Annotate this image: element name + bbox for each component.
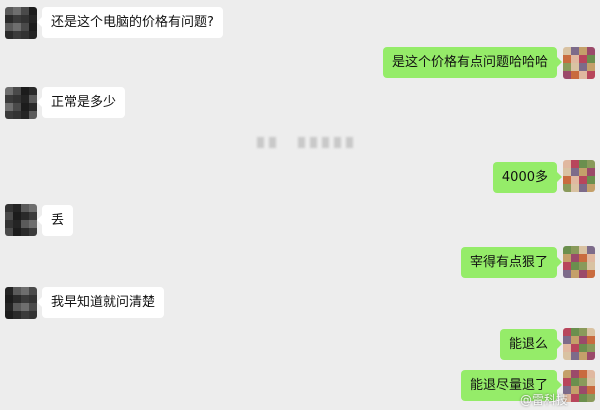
self-avatar[interactable] [563, 47, 595, 79]
contact-avatar[interactable] [5, 287, 37, 319]
message-bubble-outgoing[interactable]: 能退么 [499, 329, 563, 360]
chat-area[interactable]: 还是这个电脑的价格有问题? 是这个价格有点问题哈哈哈 正常是多少 4000多 丢… [0, 0, 600, 410]
message-bubble-incoming[interactable]: 我早知道就问清楚 [36, 287, 165, 318]
self-avatar[interactable] [563, 328, 595, 360]
contact-avatar[interactable] [5, 7, 37, 39]
contact-avatar[interactable] [5, 204, 37, 236]
message-bubble-outgoing[interactable]: 宰得有点狠了 [460, 247, 563, 278]
message-text: 正常是多少 [51, 95, 117, 110]
message-text: 是这个价格有点问题哈哈哈 [391, 55, 548, 70]
message-bubble-outgoing[interactable]: 4000多 [492, 162, 563, 193]
message-text: 4000多 [501, 170, 548, 185]
contact-avatar[interactable] [5, 87, 37, 119]
timestamp-blurred [257, 137, 353, 148]
message-bubble-incoming[interactable]: 正常是多少 [36, 87, 126, 118]
message-bubble-incoming[interactable]: 还是这个电脑的价格有问题? [37, 7, 223, 38]
message-text: 我早知道就问清楚 [51, 295, 156, 310]
self-avatar[interactable] [563, 160, 595, 192]
message-text: 宰得有点狠了 [469, 255, 548, 270]
watermark: @雷科技 [520, 393, 569, 407]
message-bubble-incoming[interactable]: 丢 [36, 205, 74, 236]
message-text: 还是这个电脑的价格有问题? [51, 15, 214, 30]
message-text: 能退么 [508, 337, 548, 352]
message-text: 丢 [51, 213, 65, 228]
self-avatar[interactable] [563, 246, 595, 278]
message-bubble-outgoing[interactable]: 是这个价格有点问题哈哈哈 [382, 47, 563, 78]
